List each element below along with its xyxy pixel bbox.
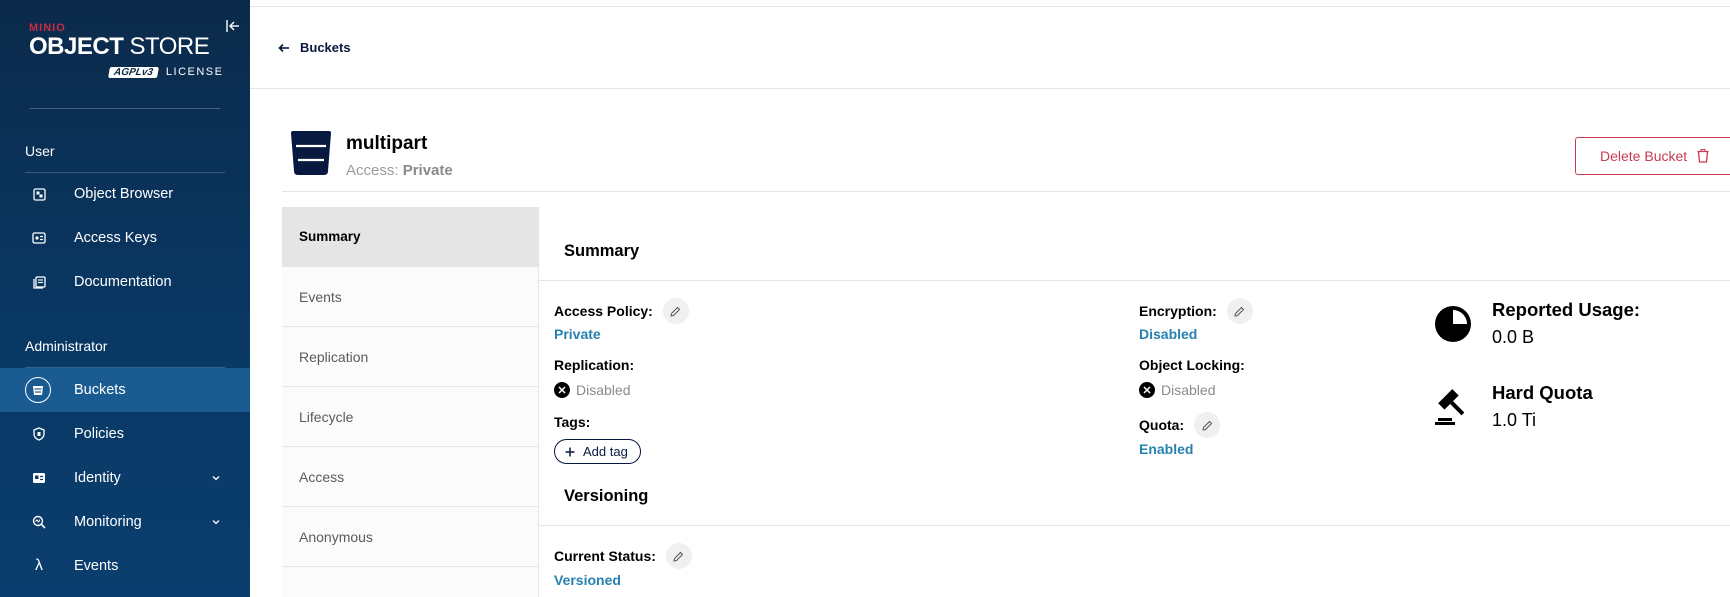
delete-bucket-label: Delete Bucket: [1600, 148, 1688, 164]
monitoring-icon: [29, 512, 49, 532]
sidebar-item-label: Events: [74, 558, 119, 574]
object-browser-icon: [29, 184, 49, 204]
summary-title: Summary: [564, 242, 640, 260]
edit-quota-button[interactable]: [1194, 412, 1221, 438]
tab-lifecycle[interactable]: Lifecycle: [282, 387, 538, 447]
sidebar-item-access-keys[interactable]: Access Keys: [0, 216, 250, 260]
edit-access-policy-button[interactable]: [662, 298, 689, 324]
hard-quota-label: Hard Quota: [1492, 382, 1593, 403]
lambda-icon: λ: [35, 557, 43, 574]
x-circle-icon: [554, 382, 570, 398]
current-status-value[interactable]: Versioned: [554, 572, 621, 588]
pencil-icon: [1234, 306, 1245, 317]
tags-label: Tags:: [554, 414, 591, 430]
object-locking-status: Disabled: [1139, 382, 1215, 398]
chevron-down-icon[interactable]: [210, 516, 222, 528]
quota-label: Quota:: [1139, 412, 1221, 438]
top-divider: [250, 6, 1730, 7]
identity-icon: [29, 468, 49, 488]
minio-logo: MINIO OBJECT STORE AGPLv3 LICENSE: [29, 22, 222, 78]
versioning-title: Versioning: [564, 487, 649, 505]
sidebar-item-documentation[interactable]: Documentation: [0, 260, 250, 304]
sidebar-item-object-browser[interactable]: Object Browser: [0, 172, 250, 216]
bucket-access-value: Private: [402, 162, 453, 179]
trash-icon: [1697, 149, 1709, 163]
brand-divider: [30, 108, 220, 109]
bucket-tabs: Summary Events Replication Lifecycle Acc…: [282, 207, 539, 597]
bucket-name: multipart: [346, 133, 428, 154]
reported-usage-label: Reported Usage:: [1492, 299, 1641, 320]
sidebar-item-label: Buckets: [74, 382, 126, 398]
tab-summary[interactable]: Summary: [282, 207, 538, 267]
tab-replication[interactable]: Replication: [282, 327, 538, 387]
section-user: User: [25, 143, 55, 159]
brand-title: OBJECT STORE: [29, 33, 210, 60]
sidebar-item-label: Policies: [74, 426, 124, 442]
pencil-icon: [1201, 420, 1212, 431]
delete-bucket-button[interactable]: Delete Bucket: [1575, 137, 1730, 175]
encryption-value[interactable]: Disabled: [1139, 326, 1197, 342]
sidebar-item-label: Monitoring: [74, 514, 142, 530]
sidebar-item-events[interactable]: λ Events: [0, 544, 250, 588]
summary-divider: [539, 280, 1730, 281]
back-to-buckets-link[interactable]: Buckets: [278, 40, 351, 55]
tab-anonymous[interactable]: Anonymous: [282, 507, 538, 567]
bucket-access: Access: Private: [346, 162, 453, 179]
access-keys-icon: [29, 228, 49, 248]
pie-chart-icon: [1435, 306, 1471, 342]
access-policy-value[interactable]: Private: [554, 326, 601, 342]
agpl-badge: AGPLv3: [108, 66, 159, 78]
sidebar-item-monitoring[interactable]: Monitoring: [0, 500, 250, 544]
back-label: Buckets: [300, 40, 351, 55]
header-divider: [250, 88, 1730, 89]
pencil-icon: [670, 306, 681, 317]
documentation-icon: [29, 272, 49, 292]
tab-events[interactable]: Events: [282, 267, 538, 327]
x-circle-icon: [1139, 382, 1155, 398]
current-status-label: Current Status:: [554, 543, 692, 569]
sidebar-item-label: Object Browser: [74, 186, 174, 202]
bucket-icon: [291, 131, 331, 175]
sidebar-item-identity[interactable]: Identity: [0, 456, 250, 500]
collapse-sidebar-icon[interactable]: [225, 18, 241, 34]
chevron-down-icon[interactable]: [210, 472, 222, 484]
encryption-label: Encryption:: [1139, 298, 1253, 324]
section-administrator: Administrator: [25, 338, 108, 354]
sidebar-item-buckets[interactable]: Buckets: [0, 368, 250, 412]
sidebar-item-label: Identity: [74, 470, 121, 486]
sidebar-item-policies[interactable]: Policies: [0, 412, 250, 456]
plus-icon: [565, 447, 575, 456]
edit-encryption-button[interactable]: [1226, 298, 1253, 324]
tab-access[interactable]: Access: [282, 447, 538, 507]
title-divider: [282, 191, 1730, 192]
sidebar-item-label: Access Keys: [74, 230, 157, 246]
object-locking-label: Object Locking:: [1139, 357, 1245, 373]
gavel-icon: [1435, 389, 1465, 425]
brand-license: AGPLv3 LICENSE: [108, 66, 224, 78]
license-label: LICENSE: [165, 66, 224, 78]
sidebar: MINIO OBJECT STORE AGPLv3 LICENSE User O…: [0, 0, 250, 597]
arrow-left-icon: [278, 43, 289, 52]
hard-quota-value: 1.0 Ti: [1492, 410, 1537, 430]
pencil-icon: [673, 551, 684, 562]
reported-usage-value: 0.0 B: [1492, 327, 1535, 347]
edit-versioning-button[interactable]: [665, 543, 692, 569]
buckets-icon: [25, 377, 51, 403]
quota-value[interactable]: Enabled: [1139, 441, 1193, 457]
policies-icon: [29, 424, 49, 444]
sidebar-item-label: Documentation: [74, 274, 172, 290]
replication-status: Disabled: [554, 382, 630, 398]
access-policy-label: Access Policy:: [554, 298, 689, 324]
add-tag-button[interactable]: Add tag: [554, 439, 641, 464]
replication-label: Replication:: [554, 357, 635, 373]
versioning-divider: [539, 525, 1730, 526]
